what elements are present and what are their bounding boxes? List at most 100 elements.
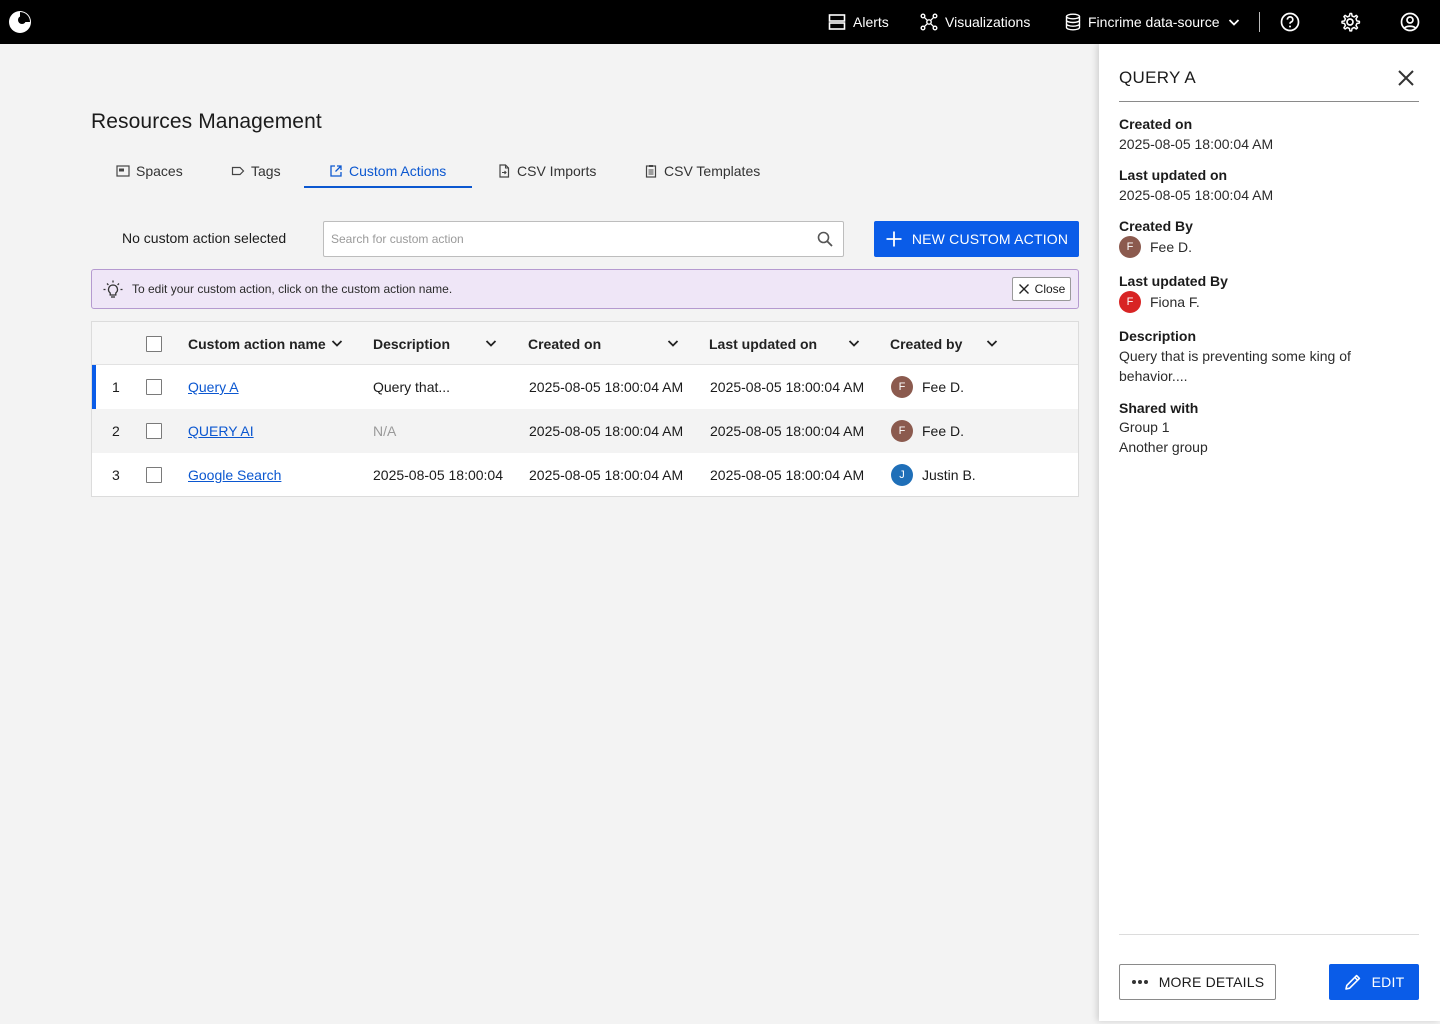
banner-close-button[interactable]: Close	[1012, 277, 1071, 301]
active-tab-indicator	[304, 186, 472, 188]
avatar: F	[1119, 236, 1141, 258]
table-row[interactable]: 2 QUERY AI N/A 2025-08-05 18:00:04 AM 20…	[92, 409, 1078, 453]
search-input[interactable]	[331, 222, 811, 256]
external-link-icon	[330, 164, 342, 177]
chevron-down-icon[interactable]	[985, 336, 999, 350]
row-created-by-name: Fee D.	[922, 379, 965, 395]
row-checkbox[interactable]	[146, 423, 162, 439]
row-created-by: F Fee D.	[891, 409, 964, 453]
row-created-by-name: Fee D.	[922, 423, 965, 439]
row-description: Query that...	[373, 379, 451, 395]
select-all-checkbox[interactable]	[146, 336, 162, 352]
nav-visualizations[interactable]: Visualizations	[920, 0, 1030, 44]
new-custom-action-label: NEW CUSTOM ACTION	[911, 231, 1069, 247]
row-index: 3	[112, 467, 120, 483]
gear-icon[interactable]	[1339, 11, 1361, 33]
row-created-on: 2025-08-05 18:00:04 AM	[529, 423, 684, 439]
logo-icon[interactable]	[8, 10, 32, 34]
row-checkbox[interactable]	[146, 467, 162, 483]
clipboard-icon	[645, 164, 657, 178]
last-updated-on-label: Last updated on	[1119, 167, 1228, 183]
shared-with-item: Another group	[1119, 439, 1208, 455]
tag-icon	[231, 166, 245, 175]
row-checkbox[interactable]	[146, 379, 162, 395]
created-by-value: F Fee D.	[1119, 236, 1192, 258]
row-name-cell: QUERY AI	[188, 409, 254, 453]
row-created-by-name: Justin B.	[922, 467, 976, 483]
custom-actions-table: Custom action name Description Created o…	[91, 321, 1079, 497]
tab-csv-templates-label: CSV Templates	[664, 162, 761, 179]
column-header-created-on[interactable]: Created on	[528, 322, 601, 365]
row-description: N/A	[373, 423, 397, 439]
close-icon[interactable]	[1396, 68, 1416, 88]
table-row[interactable]: 1 Query A Query that... 2025-08-05 18:00…	[92, 365, 1078, 409]
chevron-down-icon[interactable]	[484, 336, 498, 350]
row-created-on: 2025-08-05 18:00:04 AM	[529, 467, 684, 483]
avatar: J	[891, 464, 913, 486]
account-icon[interactable]	[1399, 11, 1421, 33]
datasource-selector[interactable]: Fincrime data-source	[1065, 0, 1241, 44]
custom-action-link[interactable]: Query A	[188, 379, 239, 395]
last-updated-by-name: Fiona F.	[1150, 294, 1200, 310]
banner-message: To edit your custom action, click on the…	[132, 282, 453, 296]
created-by-label: Created By	[1119, 218, 1193, 234]
edit-label: EDIT	[1371, 974, 1405, 990]
more-details-button[interactable]: MORE DETAILS	[1119, 964, 1276, 1000]
page-title: Resources Management	[91, 110, 322, 133]
avatar: F	[891, 376, 913, 398]
created-by-name: Fee D.	[1150, 239, 1193, 255]
row-created-by: J Justin B.	[891, 453, 976, 497]
description-label: Description	[1119, 328, 1197, 344]
space-icon	[116, 164, 130, 177]
avatar: F	[1119, 291, 1141, 313]
nav-visualizations-label: Visualizations	[945, 14, 1031, 30]
tab-csv-imports[interactable]: CSV Imports	[497, 152, 596, 189]
edit-button[interactable]: EDIT	[1329, 964, 1419, 1000]
file-import-icon	[499, 163, 510, 178]
new-custom-action-button[interactable]: NEW CUSTOM ACTION	[874, 221, 1079, 257]
tab-custom-actions[interactable]: Custom Actions	[329, 152, 446, 189]
table-row[interactable]: 3 Google Search 2025-08-05 18:00:04 2025…	[92, 453, 1078, 497]
custom-action-link[interactable]: QUERY AI	[188, 423, 254, 439]
created-on-label: Created on	[1119, 116, 1193, 132]
selection-status: No custom action selected	[122, 230, 287, 246]
row-last-updated-on: 2025-08-05 18:00:04 AM	[710, 467, 865, 483]
last-updated-on-value: 2025-08-05 18:00:04 AM	[1119, 187, 1274, 203]
alerts-icon	[828, 14, 846, 30]
nav-alerts-label: Alerts	[853, 14, 889, 30]
more-details-label: MORE DETAILS	[1158, 974, 1265, 990]
database-icon	[1065, 13, 1081, 31]
column-header-created-by[interactable]: Created by	[890, 322, 962, 365]
description-value: Query that is preventing some king of be…	[1119, 348, 1351, 384]
visualizations-icon	[920, 13, 938, 31]
tab-tags-label: Tags	[251, 162, 281, 179]
help-icon[interactable]	[1279, 11, 1301, 33]
nav-alerts[interactable]: Alerts	[828, 0, 889, 44]
close-icon	[1018, 284, 1029, 294]
tab-csv-imports-label: CSV Imports	[517, 162, 597, 179]
chevron-down-icon[interactable]	[847, 336, 861, 350]
custom-action-link[interactable]: Google Search	[188, 467, 281, 483]
shared-with-item: Group 1	[1119, 419, 1170, 435]
tab-tags[interactable]: Tags	[231, 152, 281, 189]
panel-divider	[1119, 101, 1419, 102]
row-description: 2025-08-05 18:00:04	[373, 467, 503, 483]
row-name-cell: Google Search	[188, 453, 281, 497]
details-panel: QUERY A Created on 2025-08-05 18:00:04 A…	[1099, 44, 1440, 1021]
chevron-down-icon[interactable]	[330, 336, 344, 350]
column-header-name[interactable]: Custom action name	[188, 322, 326, 365]
column-header-description[interactable]: Description	[373, 322, 450, 365]
row-index: 1	[112, 379, 120, 395]
more-horizontal-icon	[1131, 980, 1148, 984]
lightbulb-icon	[103, 280, 123, 298]
chevron-down-icon[interactable]	[666, 336, 680, 350]
tab-spaces[interactable]: Spaces	[116, 152, 183, 189]
search-icon[interactable]	[816, 230, 834, 248]
last-updated-by-value: F Fiona F.	[1119, 291, 1200, 313]
row-index: 2	[112, 423, 120, 439]
column-header-last-updated-on[interactable]: Last updated on	[709, 322, 817, 365]
tab-csv-templates[interactable]: CSV Templates	[644, 152, 760, 189]
chevron-down-icon	[1228, 19, 1239, 26]
created-on-value: 2025-08-05 18:00:04 AM	[1119, 136, 1274, 152]
avatar: F	[891, 420, 913, 442]
